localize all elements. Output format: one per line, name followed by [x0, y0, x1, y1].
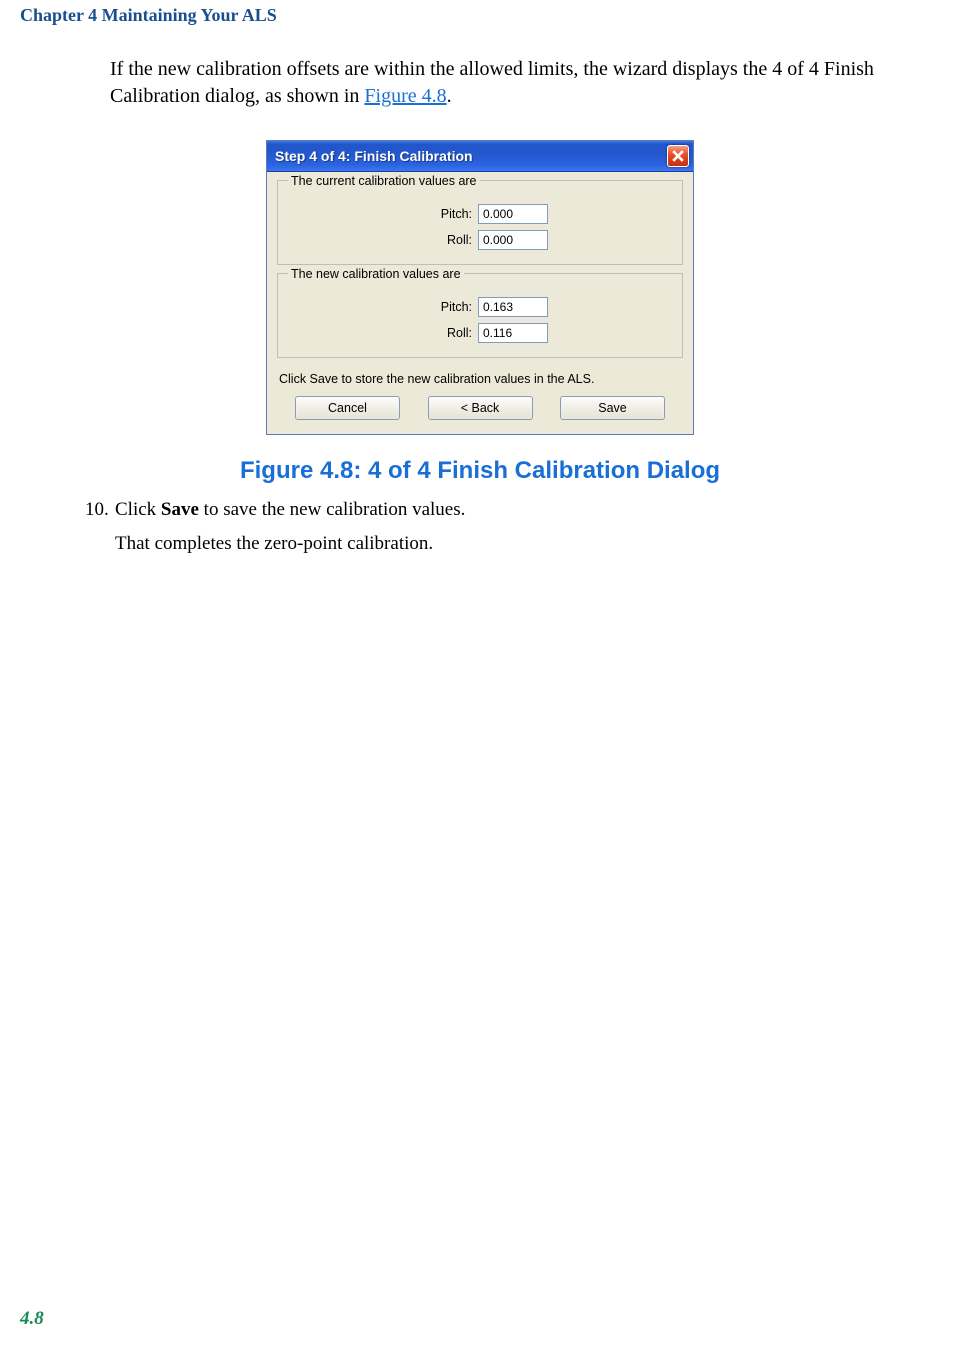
current-roll-row: Roll: [288, 230, 672, 250]
new-pitch-input[interactable] [478, 297, 548, 317]
new-roll-row: Roll: [288, 323, 672, 343]
figure-link[interactable]: Figure 4.8 [364, 85, 446, 107]
back-button[interactable]: < Back [428, 396, 533, 420]
step-list: 10. Click Save to save the new calibrati… [85, 499, 940, 521]
roll-label-2: Roll: [288, 326, 478, 340]
page-number: 4.8 [20, 1308, 44, 1330]
roll-label: Roll: [288, 233, 478, 247]
current-values-group: The current calibration values are Pitch… [277, 180, 683, 265]
new-values-group: The new calibration values are Pitch: Ro… [277, 273, 683, 358]
dialog-title: Step 4 of 4: Finish Calibration [275, 148, 473, 164]
new-roll-input[interactable] [478, 323, 548, 343]
step-subtext: That completes the zero-point calibratio… [115, 533, 940, 555]
step-number: 10. [85, 499, 115, 521]
step-body: Click Save to save the new calibration v… [115, 499, 940, 521]
dialog-button-row: Cancel < Back Save [267, 392, 693, 434]
current-pitch-row: Pitch: [288, 204, 672, 224]
new-values-legend: The new calibration values are [288, 267, 464, 281]
step-text-post: to save the new calibration values. [199, 499, 465, 520]
current-roll-input[interactable] [478, 230, 548, 250]
new-pitch-row: Pitch: [288, 297, 672, 317]
dialog-instruction: Click Save to store the new calibration … [267, 362, 693, 392]
figure-caption: Figure 4.8: 4 of 4 Finish Calibration Di… [0, 457, 960, 485]
close-icon [672, 150, 684, 162]
current-values-legend: The current calibration values are [288, 174, 480, 188]
close-button[interactable] [667, 145, 689, 167]
intro-post: . [447, 85, 452, 107]
step-text-bold: Save [161, 499, 199, 520]
step-10: 10. Click Save to save the new calibrati… [85, 499, 940, 521]
pitch-label-2: Pitch: [288, 300, 478, 314]
step-text-pre: Click [115, 499, 161, 520]
finish-calibration-dialog: Step 4 of 4: Finish Calibration The curr… [266, 140, 694, 435]
chapter-header: Chapter 4 Maintaining Your ALS [0, 0, 960, 26]
dialog-titlebar: Step 4 of 4: Finish Calibration [267, 141, 693, 172]
intro-pre: If the new calibration offsets are withi… [110, 58, 874, 107]
intro-paragraph: If the new calibration offsets are withi… [110, 56, 940, 110]
pitch-label: Pitch: [288, 207, 478, 221]
current-pitch-input[interactable] [478, 204, 548, 224]
figure-container: Step 4 of 4: Finish Calibration The curr… [0, 140, 960, 435]
cancel-button[interactable]: Cancel [295, 396, 400, 420]
save-button[interactable]: Save [560, 396, 665, 420]
